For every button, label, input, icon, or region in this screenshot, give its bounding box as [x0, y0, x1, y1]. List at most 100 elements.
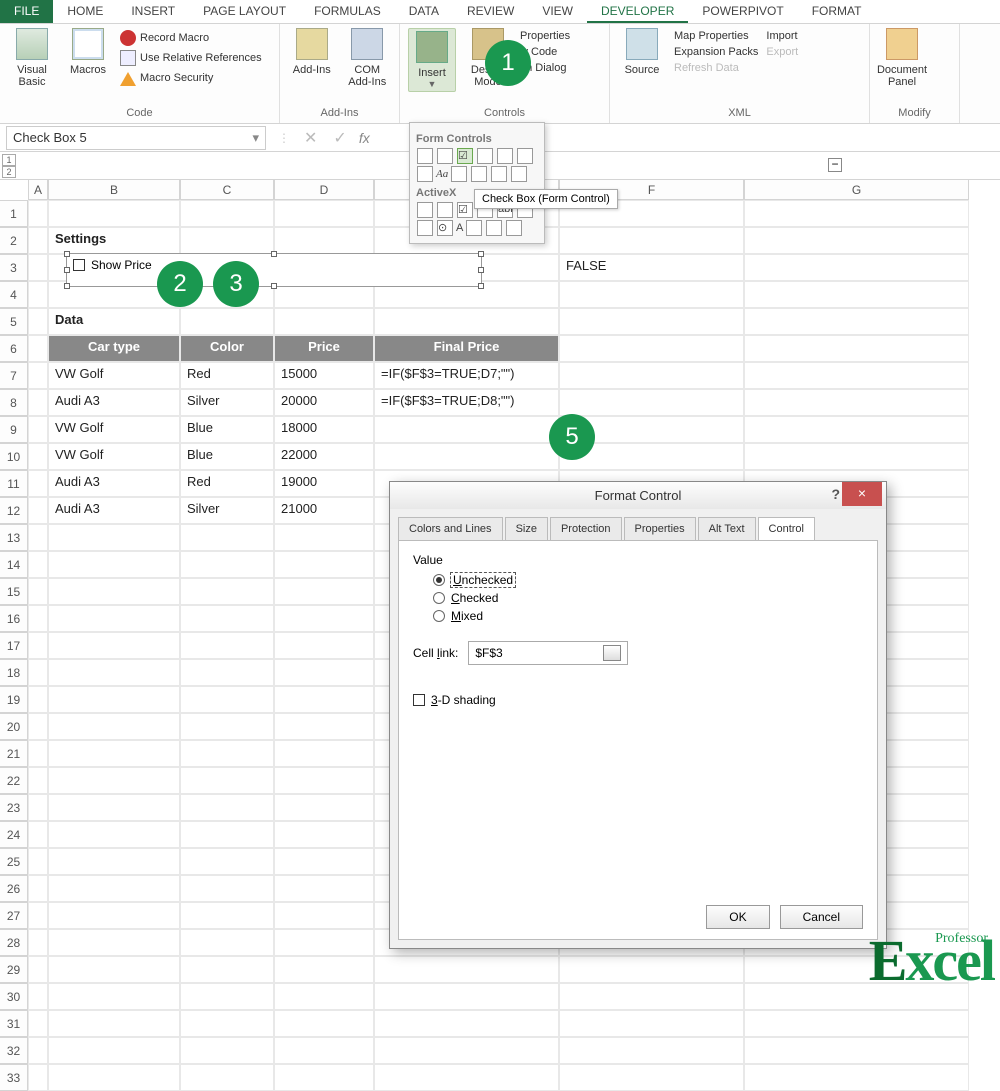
cell-A32[interactable]	[28, 1037, 48, 1064]
cell-E6[interactable]: Final Price	[374, 335, 559, 362]
record-macro-button[interactable]: Record Macro	[120, 28, 262, 48]
cell-G32[interactable]	[744, 1037, 969, 1064]
cell-link-input[interactable]: $F$3	[468, 641, 628, 665]
cell-E8[interactable]: =IF($F$3=TRUE;D8;"")	[374, 389, 559, 416]
cell-D27[interactable]	[274, 902, 374, 929]
cell-A10[interactable]	[28, 443, 48, 470]
tab-powerpivot[interactable]: POWERPIVOT	[688, 0, 797, 23]
tab-view[interactable]: VIEW	[528, 0, 587, 23]
row-10[interactable]: 10	[0, 443, 28, 470]
cell-G33[interactable]	[744, 1064, 969, 1091]
cell-B27[interactable]	[48, 902, 180, 929]
cell-F8[interactable]	[559, 389, 744, 416]
cell-D12[interactable]: 21000	[274, 497, 374, 524]
cell-A1[interactable]	[28, 200, 48, 227]
row-8[interactable]: 8	[0, 389, 28, 416]
cell-A25[interactable]	[28, 848, 48, 875]
cell-D32[interactable]	[274, 1037, 374, 1064]
macro-security-button[interactable]: Macro Security	[120, 68, 262, 88]
tab-file[interactable]: FILE	[0, 0, 53, 23]
cell-D11[interactable]: 19000	[274, 470, 374, 497]
expansion-packs-button[interactable]: Expansion Packs	[674, 44, 758, 60]
row-11[interactable]: 11	[0, 470, 28, 497]
cell-A8[interactable]	[28, 389, 48, 416]
cell-E33[interactable]	[374, 1064, 559, 1091]
cell-F2[interactable]	[559, 227, 744, 254]
cell-B26[interactable]	[48, 875, 180, 902]
cell-D29[interactable]	[274, 956, 374, 983]
col-B[interactable]: B	[48, 180, 180, 200]
cell-D21[interactable]	[274, 740, 374, 767]
cell-C23[interactable]	[180, 794, 274, 821]
cell-B30[interactable]	[48, 983, 180, 1010]
cell-B16[interactable]	[48, 605, 180, 632]
cell-C5[interactable]	[180, 308, 274, 335]
row-27[interactable]: 27	[0, 902, 28, 929]
cell-B24[interactable]	[48, 821, 180, 848]
cell-B22[interactable]	[48, 767, 180, 794]
cell-G6[interactable]	[744, 335, 969, 362]
cell-E30[interactable]	[374, 983, 559, 1010]
cell-D20[interactable]	[274, 713, 374, 740]
tab-page-layout[interactable]: PAGE LAYOUT	[189, 0, 300, 23]
cell-F5[interactable]	[559, 308, 744, 335]
cell-A21[interactable]	[28, 740, 48, 767]
checkbox-control[interactable]: Show Price	[66, 253, 482, 287]
cell-D15[interactable]	[274, 578, 374, 605]
cell-G4[interactable]	[744, 281, 969, 308]
cell-C24[interactable]	[180, 821, 274, 848]
dialog-titlebar[interactable]: Format Control ? ×	[390, 482, 886, 509]
cell-B23[interactable]	[48, 794, 180, 821]
row-23[interactable]: 23	[0, 794, 28, 821]
3d-shading-checkbox[interactable]: 3-D shading	[413, 693, 863, 707]
cell-D6[interactable]: Price	[274, 335, 374, 362]
col-G[interactable]: G	[744, 180, 969, 200]
cell-F7[interactable]	[559, 362, 744, 389]
row-13[interactable]: 13	[0, 524, 28, 551]
cell-D1[interactable]	[274, 200, 374, 227]
cell-B32[interactable]	[48, 1037, 180, 1064]
row-29[interactable]: 29	[0, 956, 28, 983]
cell-B6[interactable]: Car type	[48, 335, 180, 362]
source-button[interactable]: Source	[618, 28, 666, 76]
row-12[interactable]: 12	[0, 497, 28, 524]
cell-A27[interactable]	[28, 902, 48, 929]
cancel-button[interactable]: Cancel	[780, 905, 863, 929]
cell-G31[interactable]	[744, 1010, 969, 1037]
cell-A9[interactable]	[28, 416, 48, 443]
cell-E32[interactable]	[374, 1037, 559, 1064]
row-22[interactable]: 22	[0, 767, 28, 794]
cell-C26[interactable]	[180, 875, 274, 902]
tab-review[interactable]: REVIEW	[453, 0, 528, 23]
insert-control-button[interactable]: Insert▼	[408, 28, 456, 92]
com-addins-button[interactable]: COM Add-Ins	[344, 28, 392, 88]
cell-F6[interactable]	[559, 335, 744, 362]
dialog-help-button[interactable]: ?	[831, 486, 840, 502]
dtab-properties[interactable]: Properties	[624, 517, 696, 540]
cell-C10[interactable]: Blue	[180, 443, 274, 470]
row-16[interactable]: 16	[0, 605, 28, 632]
export-button[interactable]: Export	[766, 44, 798, 60]
cell-B10[interactable]: VW Golf	[48, 443, 180, 470]
cell-E7[interactable]: =IF($F$3=TRUE;D7;"")	[374, 362, 559, 389]
cell-F4[interactable]	[559, 281, 744, 308]
cell-D7[interactable]: 15000	[274, 362, 374, 389]
tab-insert[interactable]: INSERT	[117, 0, 189, 23]
outline-level-1[interactable]: 1	[2, 154, 16, 166]
cell-A30[interactable]	[28, 983, 48, 1010]
cell-F33[interactable]	[559, 1064, 744, 1091]
cell-D16[interactable]	[274, 605, 374, 632]
row-32[interactable]: 32	[0, 1037, 28, 1064]
row-28[interactable]: 28	[0, 929, 28, 956]
namebox-dropdown-icon[interactable]: ▾	[252, 130, 259, 146]
cell-F3[interactable]: FALSE	[559, 254, 744, 281]
cell-A33[interactable]	[28, 1064, 48, 1091]
cell-G10[interactable]	[744, 443, 969, 470]
cell-B12[interactable]: Audi A3	[48, 497, 180, 524]
cell-C33[interactable]	[180, 1064, 274, 1091]
cell-G2[interactable]	[744, 227, 969, 254]
cell-D31[interactable]	[274, 1010, 374, 1037]
cell-C31[interactable]	[180, 1010, 274, 1037]
cell-A2[interactable]	[28, 227, 48, 254]
cell-A3[interactable]	[28, 254, 48, 281]
